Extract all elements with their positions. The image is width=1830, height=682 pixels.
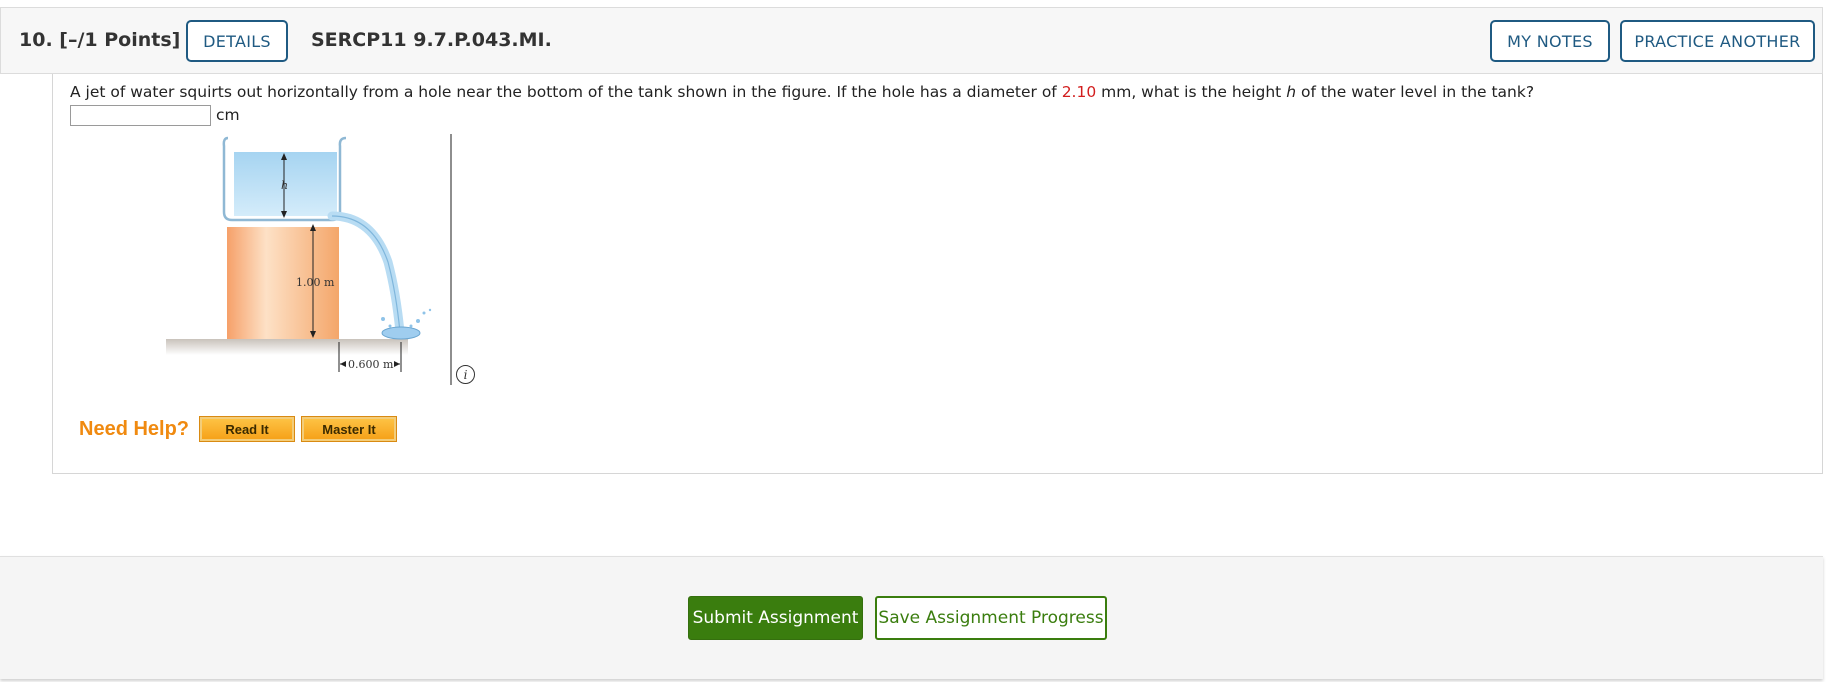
save-progress-button[interactable]: Save Assignment Progress xyxy=(875,596,1107,640)
water-jet xyxy=(327,211,405,337)
question-text-after: of the water level in the tank? xyxy=(1296,83,1535,101)
distance-label: 0.600 m xyxy=(348,358,394,371)
ground xyxy=(166,339,408,355)
submit-assignment-button[interactable]: Submit Assignment xyxy=(688,596,863,640)
question-text-middle: mm, what is the height xyxy=(1096,83,1287,101)
question-code: SERCP11 9.7.P.043.MI. xyxy=(311,29,552,51)
splash xyxy=(381,326,421,340)
answer-unit: cm xyxy=(216,106,240,124)
diameter-value: 2.10 xyxy=(1061,83,1097,101)
answer-input[interactable] xyxy=(70,105,211,126)
master-it-button[interactable]: Master It xyxy=(301,416,397,442)
tank-figure: h 1.00 m 0.600 m xyxy=(166,134,452,385)
variable-h: h xyxy=(1286,83,1297,101)
height-label: 1.00 m xyxy=(296,276,335,289)
need-help-label: Need Help? xyxy=(79,418,190,440)
question-number: 10. [–/1 Points] xyxy=(19,29,181,51)
my-notes-button[interactable]: MY NOTES xyxy=(1490,20,1610,62)
practice-another-button[interactable]: PRACTICE ANOTHER xyxy=(1620,20,1815,62)
question-text: A jet of water squirts out horizontally … xyxy=(70,83,1534,101)
info-icon[interactable]: i xyxy=(456,365,475,384)
question-text-before: A jet of water squirts out horizontally … xyxy=(70,83,1062,101)
details-button[interactable]: DETAILS xyxy=(186,20,288,62)
h-label: h xyxy=(281,179,288,192)
read-it-button[interactable]: Read It xyxy=(199,416,295,442)
